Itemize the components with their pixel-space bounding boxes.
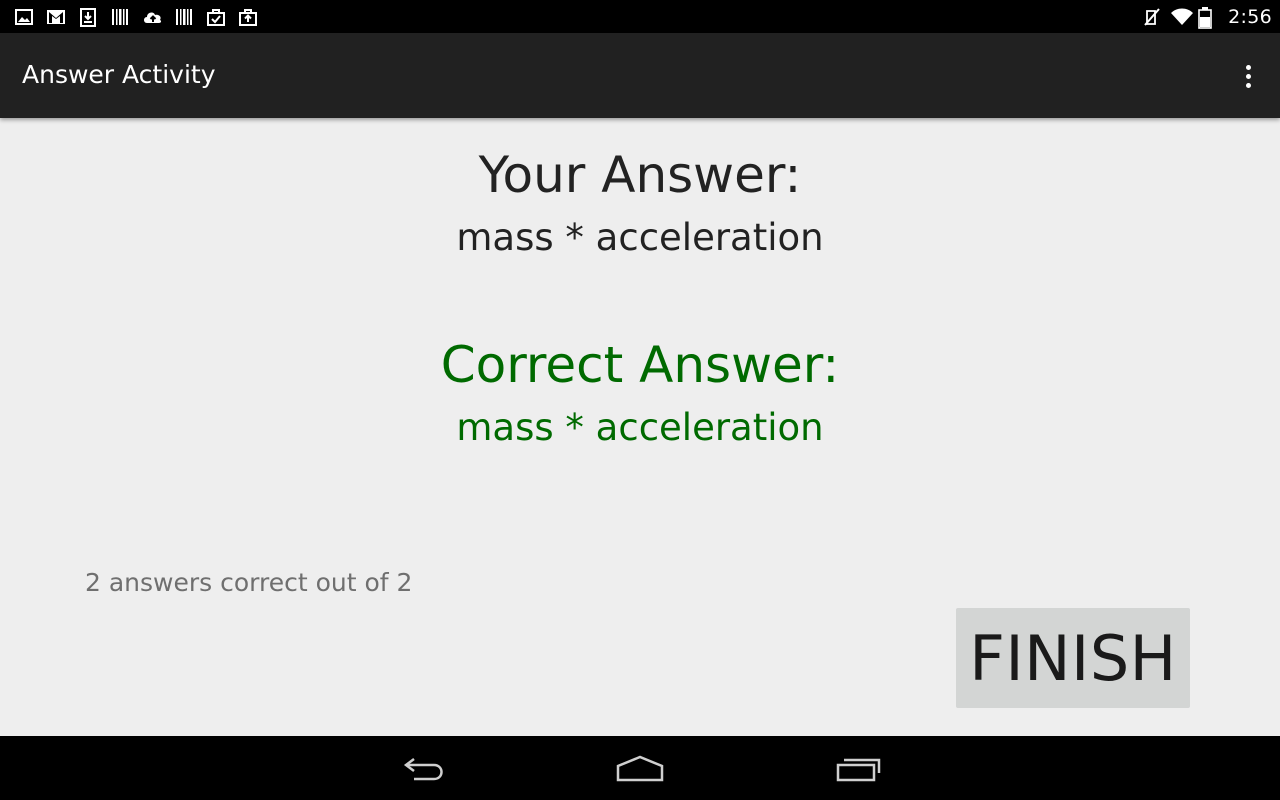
finish-button[interactable]: FINISH: [956, 608, 1190, 708]
overflow-dot: [1245, 64, 1251, 70]
your-answer-value: mass * acceleration: [456, 216, 824, 259]
overflow-dot: [1245, 82, 1251, 88]
home-icon[interactable]: [612, 750, 668, 786]
score-summary: 2 answers correct out of 2: [85, 568, 413, 597]
briefcase-check-icon: [206, 7, 226, 27]
recents-icon[interactable]: [830, 750, 886, 786]
navigation-bar: [0, 736, 1280, 800]
status-clock: 2:56: [1228, 5, 1272, 28]
correct-answer-value: mass * acceleration: [456, 406, 824, 449]
notification-icons: [14, 6, 270, 27]
overflow-dot: [1245, 73, 1251, 79]
your-answer-label: Your Answer:: [478, 146, 802, 204]
battery-icon: [1198, 6, 1218, 29]
barcode-icon: [110, 7, 130, 27]
overflow-menu-icon[interactable]: [1232, 58, 1264, 94]
gmail-icon: [46, 7, 66, 27]
download-icon: [78, 7, 98, 27]
system-icons: 2:56: [1142, 4, 1272, 29]
wifi-icon: [1170, 7, 1194, 27]
cloud-upload-icon: [142, 7, 162, 27]
page-title: Answer Activity: [22, 60, 216, 89]
action-bar: Answer Activity: [0, 33, 1280, 118]
mute-icon: [1142, 7, 1162, 27]
back-icon[interactable]: [396, 750, 452, 786]
image-icon: [14, 7, 34, 27]
briefcase-upload-icon: [238, 7, 258, 27]
barcode-icon: [174, 7, 194, 27]
status-bar: 2:56: [0, 0, 1280, 33]
answer-content: Your Answer: mass * acceleration Correct…: [0, 118, 1280, 736]
correct-answer-label: Correct Answer:: [440, 336, 840, 394]
